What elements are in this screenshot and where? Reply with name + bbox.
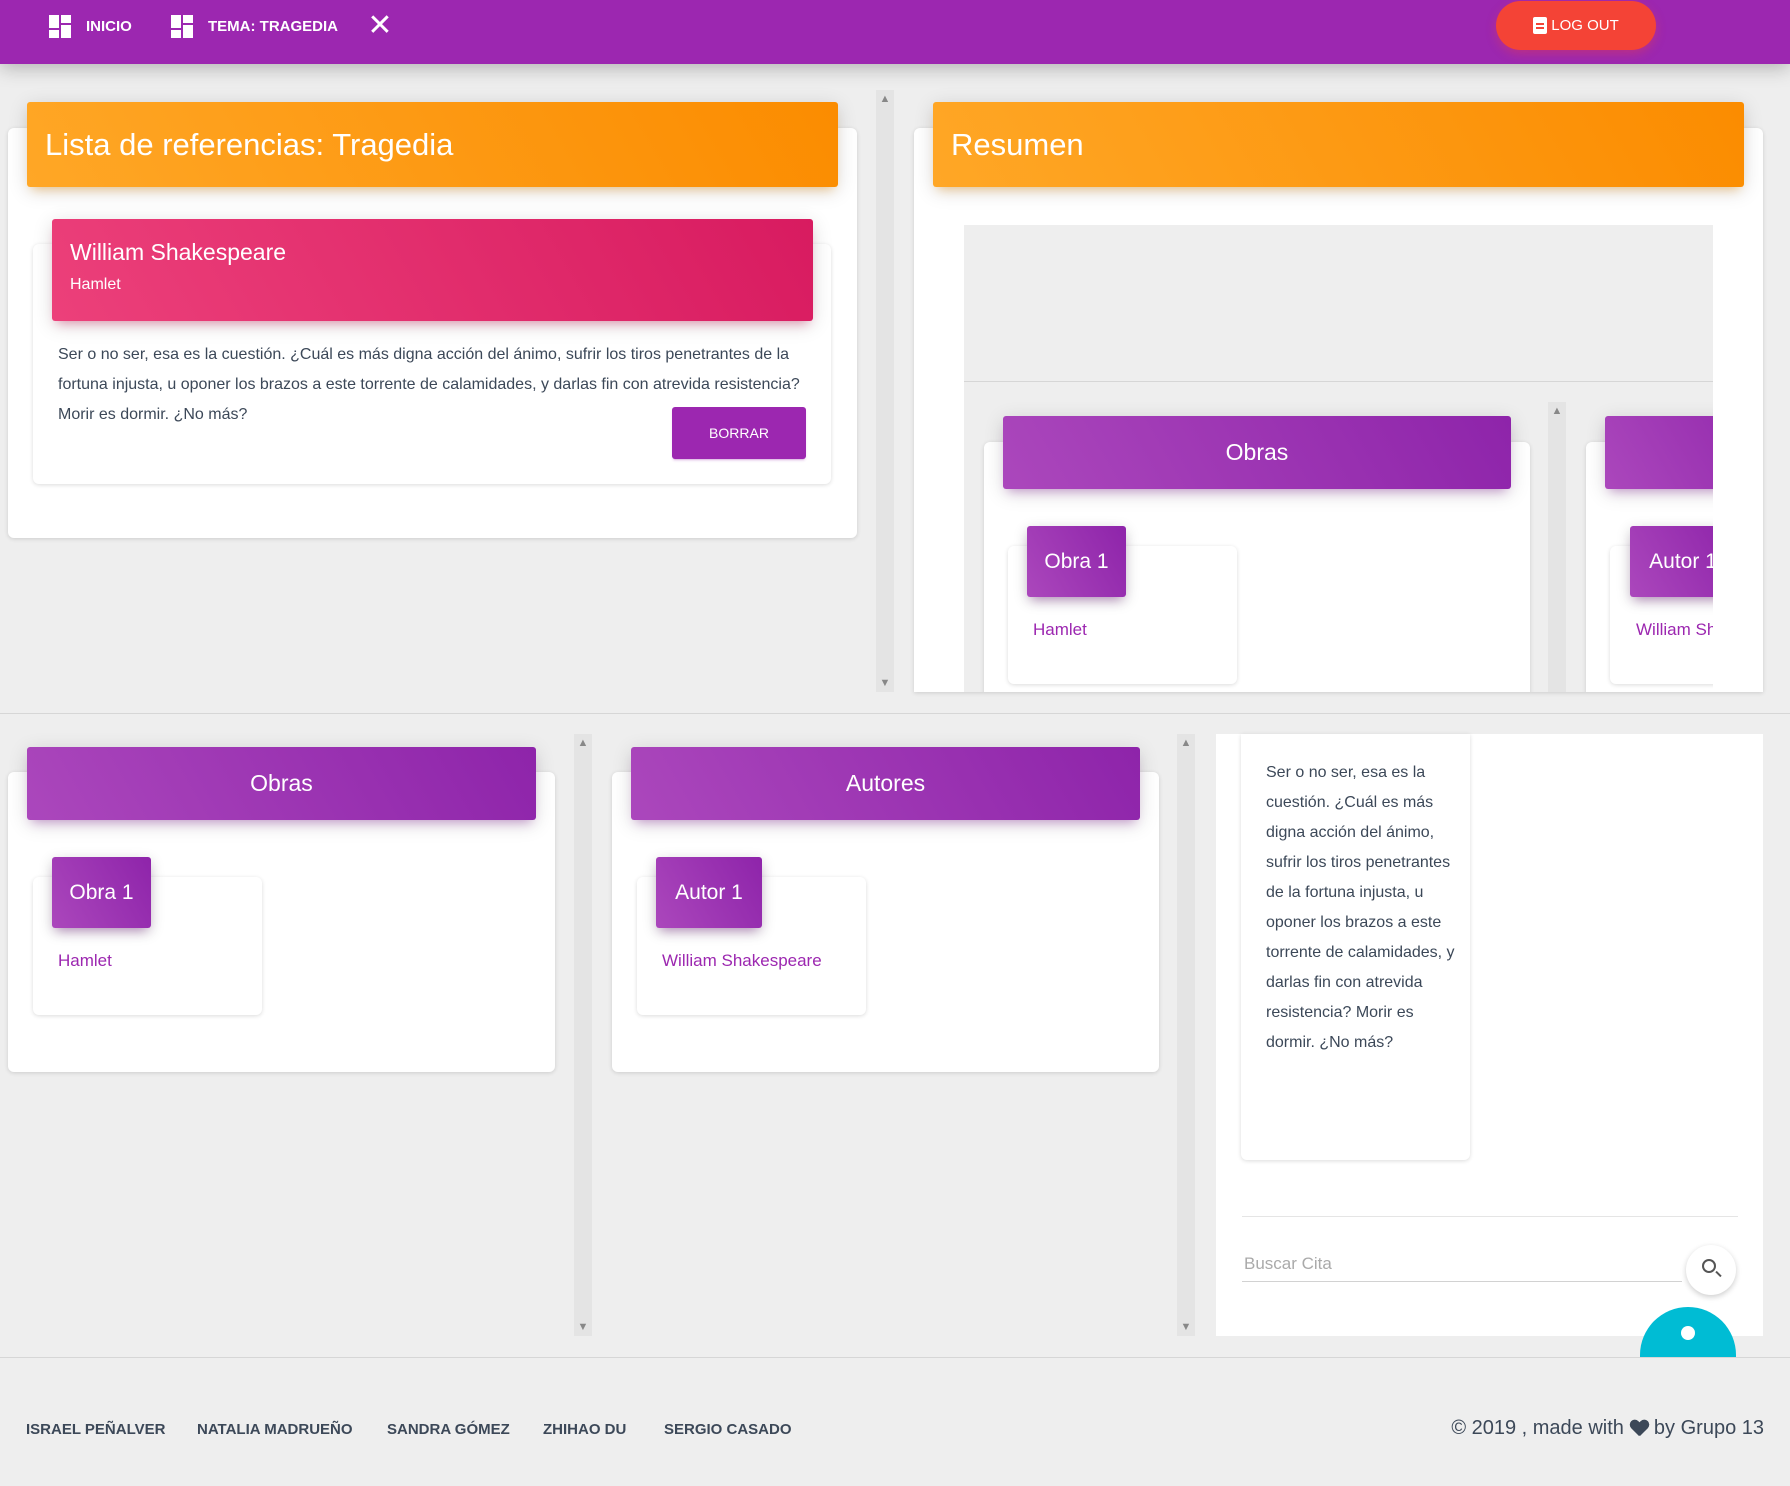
- nav-home-label: INICIO: [86, 17, 132, 35]
- authors-header: Autores: [631, 747, 1140, 820]
- quotes-divider: [1242, 1216, 1738, 1217]
- search-icon: [1702, 1259, 1716, 1273]
- logout-button[interactable]: LOG OUT: [1496, 1, 1656, 50]
- summary-work-link[interactable]: Hamlet: [1033, 620, 1087, 640]
- summary-author-tag: Autor 1: [1630, 526, 1713, 597]
- footer-link-1[interactable]: ISRAEL PEÑALVER: [26, 1421, 165, 1438]
- work-link[interactable]: Hamlet: [58, 951, 112, 971]
- copyright-prefix: © 2019 , made with: [1451, 1417, 1624, 1439]
- nav-topic-label: TEMA: TRAGEDIA: [208, 17, 338, 35]
- heart-icon: [1630, 1420, 1648, 1438]
- dashboard-icon: [48, 14, 72, 38]
- scroll-up-icon[interactable]: ▲: [1548, 402, 1566, 420]
- reference-list-title: Lista de referencias: Tragedia: [45, 126, 454, 162]
- search-quote-input[interactable]: Buscar Cita: [1242, 1250, 1682, 1282]
- scroll-up-icon[interactable]: ▲: [1177, 734, 1195, 752]
- footer-link-2[interactable]: NATALIA MADRUEÑO: [197, 1421, 353, 1438]
- scroll-down-icon[interactable]: ▼: [876, 674, 894, 692]
- reference-list-header: Lista de referencias: Tragedia: [27, 102, 838, 187]
- summary-header: Resumen: [933, 102, 1744, 187]
- footer-divider: [0, 1357, 1790, 1358]
- top-navbar: INICIO TEMA: TRAGEDIA ✕ LOG OUT: [0, 0, 1790, 64]
- author-link[interactable]: William Shakespeare: [662, 951, 822, 971]
- scroll-down-icon[interactable]: ▼: [574, 1318, 592, 1336]
- summary-inner-panel: Obras Obra 1 Hamlet ▲ Autor 1 William Sh…: [964, 382, 1713, 692]
- footer-copyright: © 2019 , made with by Grupo 13: [1451, 1417, 1764, 1440]
- footer-link-4[interactable]: ZHIHAO DU: [543, 1421, 626, 1438]
- reference-author: William Shakespeare: [70, 239, 287, 265]
- work-tag: Obra 1: [52, 857, 151, 928]
- footer-link-5[interactable]: SERGIO CASADO: [664, 1421, 792, 1438]
- summary-authors-header: [1605, 416, 1713, 489]
- authors-scrollbar[interactable]: ▲ ▼: [1177, 734, 1195, 1336]
- summary-inner-scrollbar[interactable]: ▲: [1548, 402, 1566, 692]
- dashboard-icon: [170, 14, 194, 38]
- scroll-up-icon[interactable]: ▲: [876, 90, 894, 108]
- plus-icon: [1681, 1326, 1695, 1340]
- footer-link-3[interactable]: SANDRA GÓMEZ: [387, 1421, 510, 1438]
- copyright-suffix: by Grupo 13: [1653, 1417, 1764, 1439]
- summary-author-link[interactable]: William Shakespeare: [1636, 620, 1713, 640]
- reference-work: Hamlet: [70, 276, 121, 293]
- nav-home-link[interactable]: INICIO: [48, 13, 132, 39]
- close-icon[interactable]: ✕: [366, 11, 394, 41]
- summary-works-title: Obras: [1225, 439, 1289, 465]
- nav-topic-link[interactable]: TEMA: TRAGEDIA: [170, 13, 338, 39]
- authors-title: Autores: [845, 770, 926, 796]
- summary-top-area: [964, 225, 1713, 382]
- top-left-scrollbar[interactable]: ▲ ▼: [876, 90, 894, 692]
- works-scrollbar[interactable]: ▲ ▼: [574, 734, 592, 1336]
- summary-works-header: Obras: [1003, 416, 1511, 489]
- logout-label: LOG OUT: [1551, 17, 1619, 34]
- scroll-up-icon[interactable]: ▲: [574, 734, 592, 752]
- quote-text: Ser o no ser, esa es la cuestión. ¿Cuál …: [1266, 764, 1455, 1051]
- works-header: Obras: [27, 747, 536, 820]
- summary-work-tag: Obra 1: [1027, 526, 1126, 597]
- clipboard-icon: [1533, 17, 1548, 34]
- search-button[interactable]: [1686, 1245, 1736, 1295]
- author-tag: Autor 1: [656, 857, 762, 928]
- summary-title: Resumen: [951, 126, 1084, 162]
- delete-button[interactable]: BORRAR: [672, 407, 806, 459]
- scroll-down-icon[interactable]: ▼: [1177, 1318, 1195, 1336]
- reference-card-header: William Shakespeare Hamlet: [52, 219, 813, 321]
- works-title: Obras: [250, 770, 313, 796]
- section-divider: [0, 713, 1790, 714]
